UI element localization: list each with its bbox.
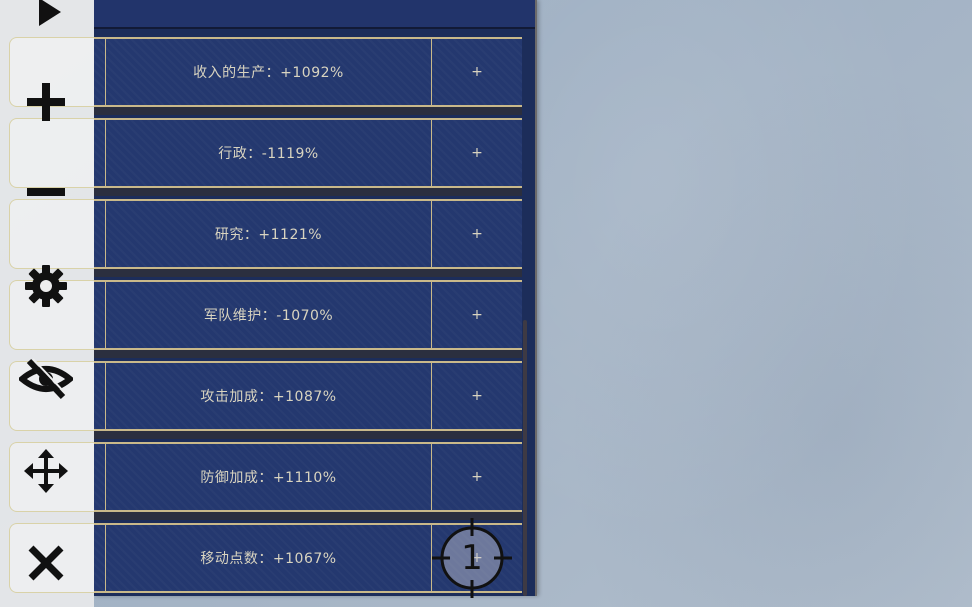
increase-button[interactable]: + bbox=[432, 363, 522, 429]
move-icon[interactable] bbox=[22, 446, 70, 496]
stat-row-administration: 行政：-1119% + bbox=[94, 118, 522, 188]
floating-toolbar bbox=[0, 0, 94, 607]
stat-row-attack-bonus: 攻击加成：+1087% + bbox=[94, 361, 522, 431]
row-gap bbox=[94, 350, 522, 358]
increase-button[interactable]: + bbox=[432, 282, 522, 348]
play-icon[interactable] bbox=[28, 0, 68, 30]
stat-row-army-upkeep: 军队维护：-1070% + bbox=[94, 280, 522, 350]
eye-off-icon[interactable] bbox=[18, 356, 74, 402]
stat-label: 防御加成：+1110% bbox=[200, 470, 337, 486]
minus-icon[interactable] bbox=[22, 172, 70, 212]
stat-label: 收入的生产：+1092% bbox=[193, 65, 344, 81]
gear-icon[interactable] bbox=[22, 262, 70, 310]
row-gap bbox=[94, 188, 522, 196]
stat-row-defense-bonus: 防御加成：+1110% + bbox=[94, 442, 522, 512]
stat-row-income: 收入的生产：+1092% + bbox=[94, 37, 522, 107]
stat-label: 移动点数：+1067% bbox=[200, 551, 337, 567]
row-gap bbox=[94, 431, 522, 439]
scrollbar-thumb[interactable] bbox=[523, 320, 527, 596]
row-gap bbox=[94, 107, 522, 115]
close-icon[interactable] bbox=[22, 540, 70, 586]
stat-label: 攻击加成：+1087% bbox=[200, 389, 337, 405]
stat-row-research: 研究：+1121% + bbox=[94, 199, 522, 269]
tap-target-marker[interactable]: 1 bbox=[430, 516, 514, 600]
increase-button[interactable]: + bbox=[432, 201, 522, 267]
panel-header-bar bbox=[94, 0, 535, 29]
stat-label: 行政：-1119% bbox=[218, 146, 319, 162]
stat-label: 研究：+1121% bbox=[214, 227, 323, 243]
increase-button[interactable]: + bbox=[432, 39, 522, 105]
tap-target-number: 1 bbox=[461, 538, 483, 578]
stat-label: 军队维护：-1070% bbox=[203, 308, 334, 324]
increase-button[interactable]: + bbox=[432, 120, 522, 186]
plus-icon[interactable] bbox=[22, 80, 70, 124]
stats-panel: 收入的生产：+1092% + 行政：-1119% + 研究：+1121% + 军… bbox=[94, 0, 537, 596]
increase-button[interactable]: + bbox=[432, 444, 522, 510]
background bbox=[520, 0, 972, 607]
row-gap bbox=[94, 269, 522, 277]
